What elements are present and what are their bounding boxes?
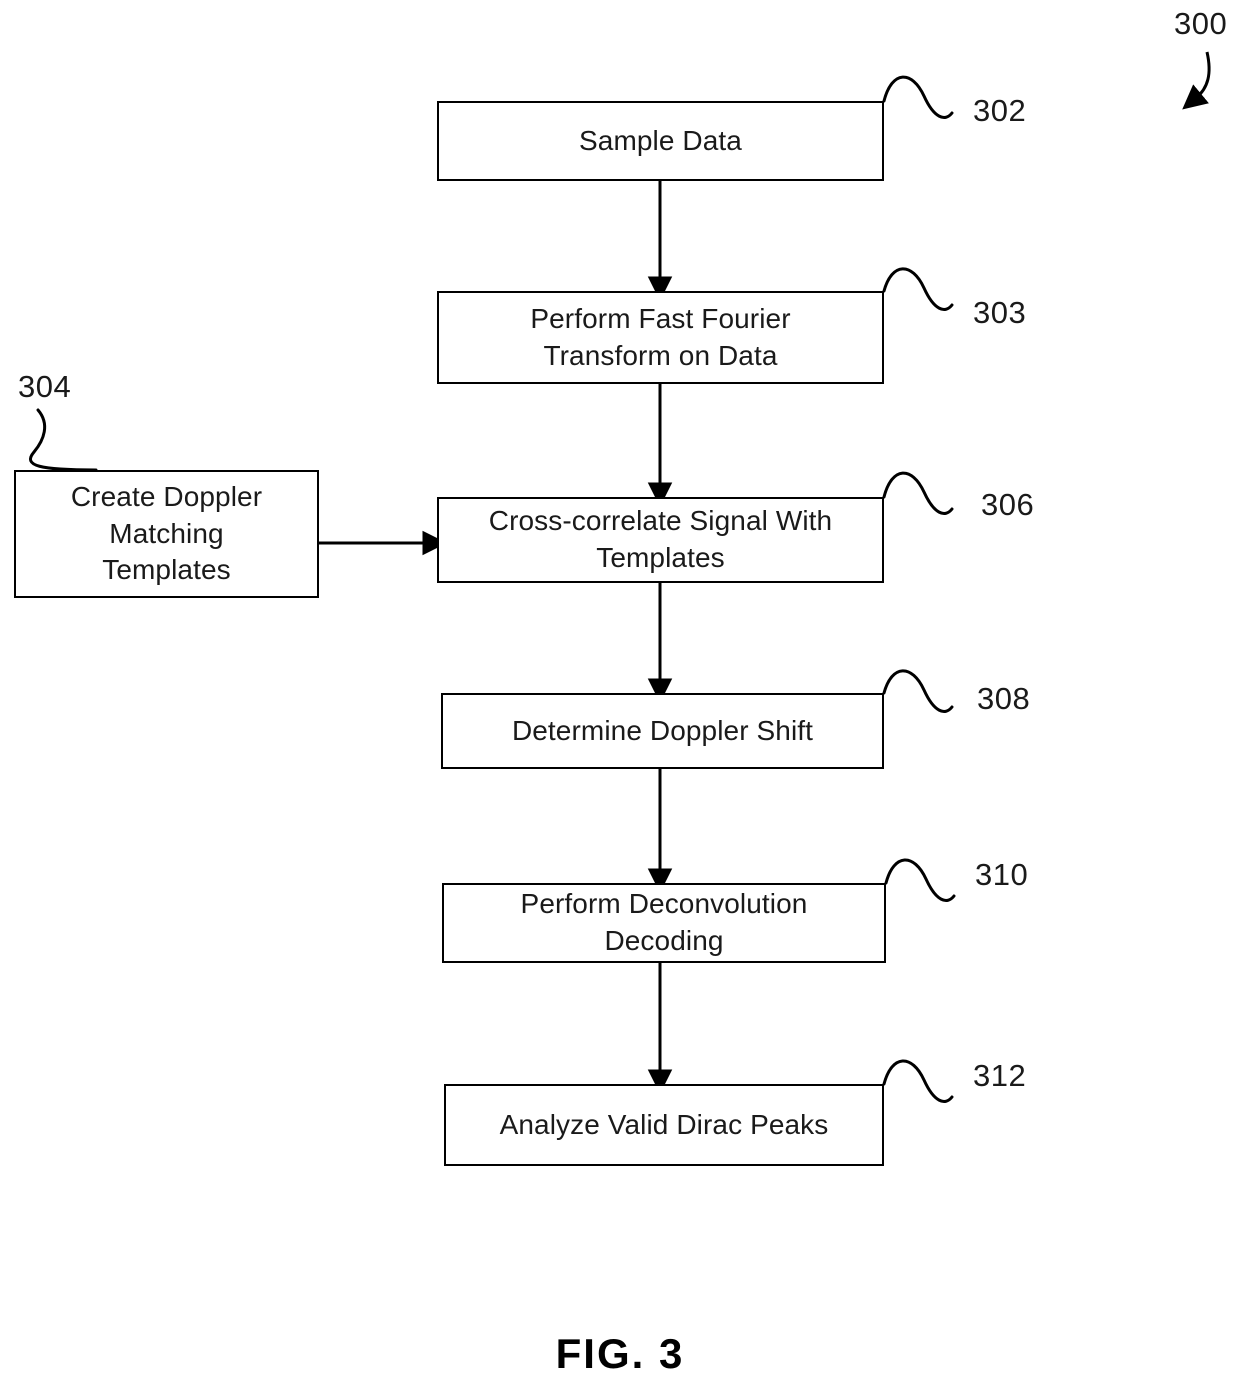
- ref-number-302: 302: [973, 93, 1027, 128]
- node-perform-deconvolution: Perform Deconvolution Decoding: [442, 883, 886, 963]
- leader-304: [29, 408, 98, 472]
- node-sample-data: Sample Data: [437, 101, 884, 181]
- node-perform-fft-label: Perform Fast Fourier Transform on Data: [530, 302, 791, 371]
- leader-310: [884, 858, 956, 902]
- ref-number-308: 308: [977, 681, 1031, 716]
- node-determine-doppler-shift-label: Determine Doppler Shift: [511, 714, 814, 746]
- node-cross-correlate: Cross-correlate Signal With Templates: [437, 497, 884, 583]
- ref-number-303: 303: [973, 295, 1027, 330]
- node-analyze-dirac-peaks: Analyze Valid Dirac Peaks: [444, 1084, 884, 1166]
- leader-312: [882, 1059, 954, 1103]
- node-perform-deconvolution-label: Perform Deconvolution Decoding: [520, 888, 808, 956]
- node-cross-correlate-label: Cross-correlate Signal With Templates: [488, 505, 833, 573]
- leader-302: [882, 75, 954, 119]
- node-create-doppler-templates: Create Doppler Matching Templates: [14, 470, 319, 598]
- ref-number-304: 304: [18, 369, 72, 404]
- node-analyze-dirac-peaks-label: Analyze Valid Dirac Peaks: [499, 1108, 829, 1140]
- leader-303: [882, 267, 954, 311]
- node-perform-fft: Perform Fast Fourier Transform on Data: [437, 291, 884, 384]
- leader-300: [1182, 51, 1211, 110]
- ref-number-312: 312: [973, 1058, 1027, 1093]
- patent-figure-3: Sample Data 302 Perform Fast Fourier Tra…: [0, 0, 1240, 1396]
- ref-number-300: 300: [1174, 6, 1228, 41]
- leader-308: [882, 669, 954, 713]
- ref-number-306: 306: [981, 487, 1035, 522]
- ref-number-310: 310: [975, 857, 1029, 892]
- node-create-doppler-templates-label: Create Doppler Matching Templates: [70, 480, 263, 586]
- node-determine-doppler-shift: Determine Doppler Shift: [441, 693, 884, 769]
- figure-caption: FIG. 3: [555, 1330, 685, 1377]
- node-sample-data-label: Sample Data: [579, 124, 742, 156]
- leader-306: [882, 471, 954, 515]
